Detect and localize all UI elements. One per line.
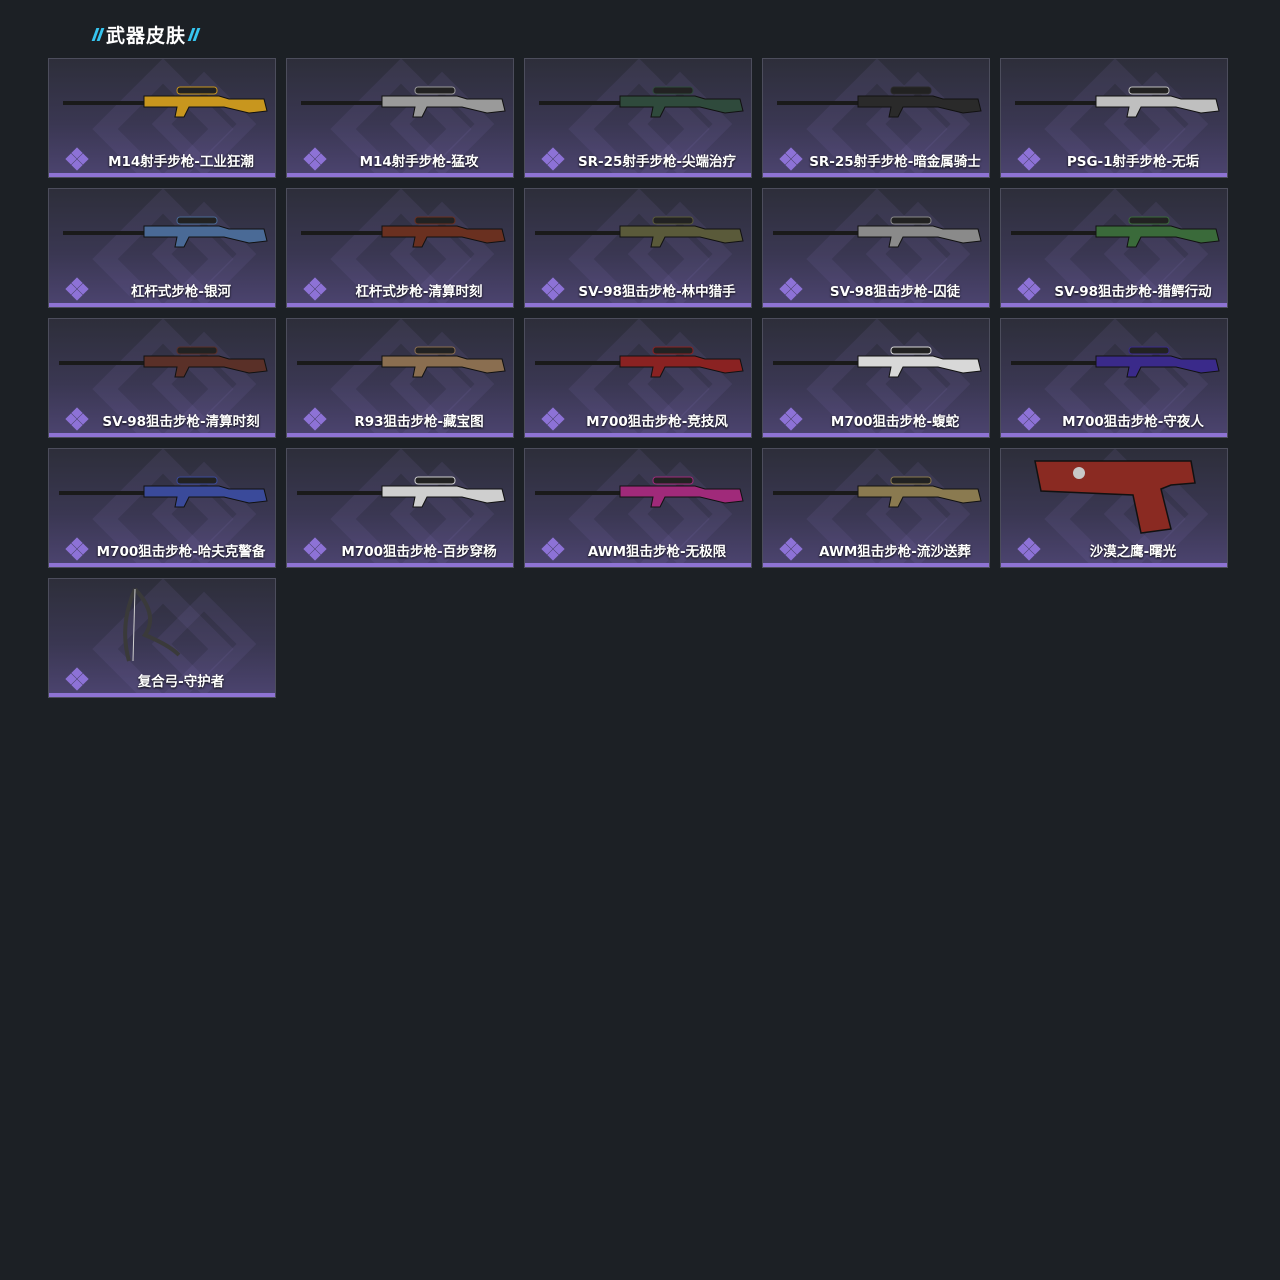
skin-card[interactable]: SV-98狙击步枪-清算时刻 [48, 318, 276, 438]
sniper-rifle-icon [773, 346, 982, 378]
skin-card[interactable]: M700狙击步枪-哈夫克警备 [48, 448, 276, 568]
skin-name: M700狙击步枪-蝮蛇 [830, 414, 960, 430]
header-slash-left-icon [91, 27, 105, 41]
rifle-icon [63, 216, 268, 248]
skin-card[interactable]: M700狙击步枪-百步穿杨 [286, 448, 514, 568]
skin-name: SR-25射手步枪-暗金属骑士 [809, 154, 981, 170]
skin-name: M700狙击步枪-竞技风 [586, 414, 728, 430]
sniper-rifle-icon [59, 476, 268, 508]
skin-card[interactable]: 杠杆式步枪-清算时刻 [286, 188, 514, 308]
skin-card[interactable]: SR-25射手步枪-尖端治疗 [524, 58, 752, 178]
rarity-diamond-icon [541, 407, 565, 431]
rarity-diamond-icon [303, 407, 327, 431]
skin-name: 杠杆式步枪-银河 [130, 284, 232, 300]
skin-name: SR-25射手步枪-尖端治疗 [577, 154, 737, 170]
skin-name: SV-98狙击步枪-猎鳄行动 [1054, 284, 1212, 300]
rarity-diamond-icon [303, 277, 327, 301]
sniper-rifle-icon [773, 216, 982, 248]
rifle-icon [301, 86, 506, 118]
rarity-diamond-icon [1017, 537, 1041, 561]
rarity-diamond-icon [1017, 147, 1041, 171]
skin-name: AWM狙击步枪-无极限 [587, 544, 727, 560]
section-header: 武器皮肤 [90, 22, 202, 47]
skin-name: 沙漠之鹰-曙光 [1089, 544, 1177, 560]
sniper-rifle-icon [535, 476, 744, 508]
rarity-diamond-icon [303, 147, 327, 171]
skin-card[interactable]: R93狙击步枪-藏宝图 [286, 318, 514, 438]
rarity-diamond-icon [65, 277, 89, 301]
rarity-diamond-icon [303, 537, 327, 561]
skin-name: PSG-1射手步枪-无垢 [1066, 154, 1200, 170]
sniper-rifle-icon [773, 476, 982, 508]
skin-name: M700狙击步枪-守夜人 [1062, 414, 1204, 430]
rarity-diamond-icon [65, 407, 89, 431]
rifle-icon [301, 216, 506, 248]
skin-name: SV-98狙击步枪-清算时刻 [102, 414, 260, 430]
pistol-icon [1034, 460, 1196, 534]
skin-card[interactable]: M700狙击步枪-守夜人 [1000, 318, 1228, 438]
skin-name: 复合弓-守护者 [137, 674, 225, 690]
rarity-diamond-icon [779, 277, 803, 301]
skin-card[interactable]: M14射手步枪-猛攻 [286, 58, 514, 178]
rarity-diamond-icon [1017, 277, 1041, 301]
skin-grid: M14射手步枪-工业狂潮 M14射手步枪-猛攻 SR-25射手步枪-尖端治疗 SR-2… [48, 58, 1228, 698]
skin-name: M14射手步枪-工业狂潮 [108, 154, 254, 170]
skin-name: SV-98狙击步枪-囚徒 [829, 284, 961, 300]
rarity-diamond-icon [779, 407, 803, 431]
skin-card[interactable]: SV-98狙击步枪-猎鳄行动 [1000, 188, 1228, 308]
skin-card[interactable]: SV-98狙击步枪-囚徒 [762, 188, 990, 308]
rarity-diamond-icon [1017, 407, 1041, 431]
skin-name: AWM狙击步枪-流沙送葬 [819, 544, 971, 560]
skin-card[interactable]: SV-98狙击步枪-林中猎手 [524, 188, 752, 308]
skin-card[interactable]: 沙漠之鹰-曙光 [1000, 448, 1228, 568]
skin-name: SV-98狙击步枪-林中猎手 [578, 284, 736, 300]
skin-card[interactable]: PSG-1射手步枪-无垢 [1000, 58, 1228, 178]
header-slash-right-icon [187, 27, 201, 41]
sniper-rifle-icon [535, 346, 744, 378]
skin-name: M700狙击步枪-百步穿杨 [341, 544, 497, 560]
rifle-icon [777, 86, 982, 118]
sniper-rifle-icon [535, 216, 744, 248]
skin-name: M700狙击步枪-哈夫克警备 [96, 544, 266, 560]
section-title: 武器皮肤 [106, 24, 187, 47]
rarity-diamond-icon [541, 277, 565, 301]
skin-card[interactable]: M14射手步枪-工业狂潮 [48, 58, 276, 178]
rifle-icon [63, 86, 268, 118]
rarity-diamond-icon [65, 667, 89, 691]
skin-card[interactable]: SR-25射手步枪-暗金属骑士 [762, 58, 990, 178]
skin-card[interactable]: M700狙击步枪-竞技风 [524, 318, 752, 438]
skin-card[interactable]: 复合弓-守护者 [48, 578, 276, 698]
skin-name: M14射手步枪-猛攻 [359, 154, 479, 170]
rarity-diamond-icon [541, 537, 565, 561]
rarity-diamond-icon [65, 147, 89, 171]
sniper-rifle-icon [297, 346, 506, 378]
rarity-diamond-icon [65, 537, 89, 561]
rifle-icon [539, 86, 744, 118]
bow-icon [123, 587, 181, 662]
rarity-diamond-icon [779, 147, 803, 171]
skin-card[interactable]: AWM狙击步枪-无极限 [524, 448, 752, 568]
rarity-diamond-icon [541, 147, 565, 171]
skin-name: R93狙击步枪-藏宝图 [354, 414, 484, 430]
sniper-rifle-icon [59, 346, 268, 378]
sniper-rifle-icon [1011, 346, 1220, 378]
rarity-diamond-icon [779, 537, 803, 561]
skin-card[interactable]: 杠杆式步枪-银河 [48, 188, 276, 308]
sniper-rifle-icon [1011, 216, 1220, 248]
skin-name: 杠杆式步枪-清算时刻 [355, 284, 483, 300]
rifle-icon [1015, 86, 1220, 118]
skin-card[interactable]: M700狙击步枪-蝮蛇 [762, 318, 990, 438]
skin-card[interactable]: AWM狙击步枪-流沙送葬 [762, 448, 990, 568]
sniper-rifle-icon [297, 476, 506, 508]
